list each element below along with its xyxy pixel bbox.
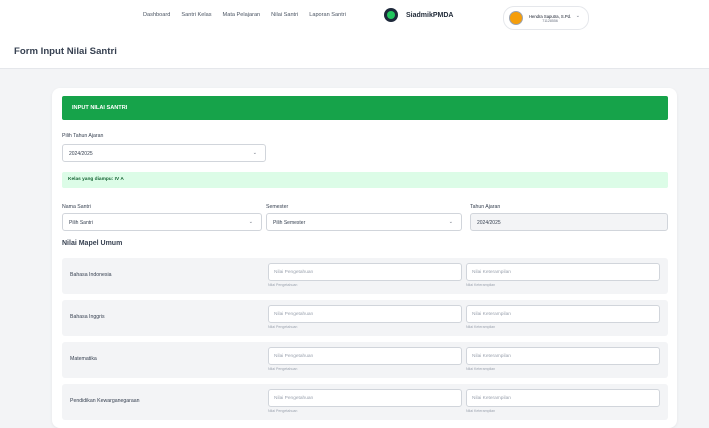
semester-label: Semester xyxy=(266,204,289,210)
input-placeholder: Nilai Keterampilan xyxy=(472,396,511,401)
input-placeholder: Nilai Pengetahuan xyxy=(274,354,314,359)
nilai-pengetahuan-input[interactable]: Nilai Pengetahuan xyxy=(268,305,462,323)
form-card: INPUT NILAI SANTRI Pilih Tahun Ajaran 20… xyxy=(52,88,677,428)
user-menu[interactable]: Hendra Saputra, S.Pd. 71128556 ⌄ xyxy=(503,6,589,30)
nilai-pengetahuan-input[interactable]: Nilai Pengetahuan xyxy=(268,389,462,407)
brand-name: SiadmikPMDA xyxy=(406,11,454,19)
nav-laporan-santri[interactable]: Laporan Santri xyxy=(309,12,346,18)
nilai-keterampilan-input[interactable]: Nilai Keterampilan xyxy=(466,263,660,281)
nav-santri-kelas[interactable]: Santri Kelas xyxy=(181,12,211,18)
help-text: Nilai Keterampilan xyxy=(466,367,496,371)
chevron-down-icon: ⌄ xyxy=(252,150,257,156)
nama-santri-label: Nama Santri xyxy=(62,204,91,210)
chevron-down-icon: ⌄ xyxy=(248,219,253,225)
main-nav: Dashboard Santri Kelas Mata Pelajaran Ni… xyxy=(143,12,346,18)
subject-row: Bahasa Indonesia Nilai Pengetahuan Nilai… xyxy=(62,258,668,294)
chevron-down-icon: ⌄ xyxy=(448,219,453,225)
subject-label: Bahasa Inggris xyxy=(70,314,105,320)
input-placeholder: Nilai Pengetahuan xyxy=(274,312,314,317)
help-text: Nilai Keterampilan xyxy=(466,283,496,287)
semester-select-value: Pilih Semester xyxy=(273,220,306,226)
nav-mata-pelajaran[interactable]: Mata Pelajaran xyxy=(223,12,261,18)
nav-nilai-santri[interactable]: Nilai Santri xyxy=(271,12,298,18)
nilai-pengetahuan-input[interactable]: Nilai Pengetahuan xyxy=(268,263,462,281)
top-navbar: Dashboard Santri Kelas Mata Pelajaran Ni… xyxy=(0,0,709,35)
help-text: Nilai Keterampilan xyxy=(466,325,496,329)
subject-row: Matematika Nilai Pengetahuan Nilai Penge… xyxy=(62,342,668,378)
nilai-pengetahuan-input[interactable]: Nilai Pengetahuan xyxy=(268,347,462,365)
subject-row: Bahasa Inggris Nilai Pengetahuan Nilai P… xyxy=(62,300,668,336)
subject-row: Pendidikan Kewarganegaraan Nilai Pengeta… xyxy=(62,384,668,420)
avatar-icon xyxy=(509,11,523,25)
subject-label: Bahasa Indonesia xyxy=(70,272,112,278)
help-text: Nilai Pengetahuan xyxy=(268,409,298,413)
input-placeholder: Nilai Keterampilan xyxy=(472,354,511,359)
logo-icon xyxy=(384,8,398,22)
page-header: Form Input Nilai Santri xyxy=(0,34,709,69)
brand[interactable]: SiadmikPMDA xyxy=(384,8,453,22)
nilai-keterampilan-input[interactable]: Nilai Keterampilan xyxy=(466,305,660,323)
help-text: Nilai Keterampilan xyxy=(466,409,496,413)
tahun-ajaran-field-value: 2024/2025 xyxy=(477,220,501,226)
nilai-keterampilan-input[interactable]: Nilai Keterampilan xyxy=(466,347,660,365)
input-placeholder: Nilai Keterampilan xyxy=(472,312,511,317)
input-placeholder: Nilai Pengetahuan xyxy=(274,396,314,401)
tahun-ajaran-field: 2024/2025 xyxy=(470,213,668,231)
nav-dashboard[interactable]: Dashboard xyxy=(143,12,170,18)
chevron-down-icon[interactable]: ⌄ xyxy=(576,13,580,19)
kelas-alert-text: Kelas yang diampu: IV A xyxy=(68,177,124,182)
help-text: Nilai Pengetahuan xyxy=(268,283,298,287)
tahun-ajaran-select-label: Pilih Tahun Ajaran xyxy=(62,133,104,139)
nama-santri-select-value: Pilih Santri xyxy=(69,220,93,226)
subject-label: Matematika xyxy=(70,356,97,362)
card-header: INPUT NILAI SANTRI xyxy=(62,96,668,120)
nama-santri-select[interactable]: Pilih Santri ⌄ xyxy=(62,213,262,231)
nilai-keterampilan-input[interactable]: Nilai Keterampilan xyxy=(466,389,660,407)
card-title: INPUT NILAI SANTRI xyxy=(72,105,128,111)
help-text: Nilai Pengetahuan xyxy=(268,367,298,371)
input-placeholder: Nilai Pengetahuan xyxy=(274,270,314,275)
user-info: Hendra Saputra, S.Pd. 71128556 xyxy=(529,14,571,23)
section-title: Nilai Mapel Umum xyxy=(62,240,123,247)
semester-select[interactable]: Pilih Semester ⌄ xyxy=(266,213,462,231)
user-id: 71128556 xyxy=(542,18,558,23)
tahun-ajaran-label: Tahun Ajaran xyxy=(470,204,501,210)
tahun-ajaran-select[interactable]: 2024/2025 ⌄ xyxy=(62,144,266,162)
input-placeholder: Nilai Keterampilan xyxy=(472,270,511,275)
help-text: Nilai Pengetahuan xyxy=(268,325,298,329)
kelas-alert: Kelas yang diampu: IV A xyxy=(62,172,668,188)
page-title: Form Input Nilai Santri xyxy=(14,46,117,57)
subject-label: Pendidikan Kewarganegaraan xyxy=(70,398,140,404)
tahun-ajaran-select-value: 2024/2025 xyxy=(69,151,93,157)
